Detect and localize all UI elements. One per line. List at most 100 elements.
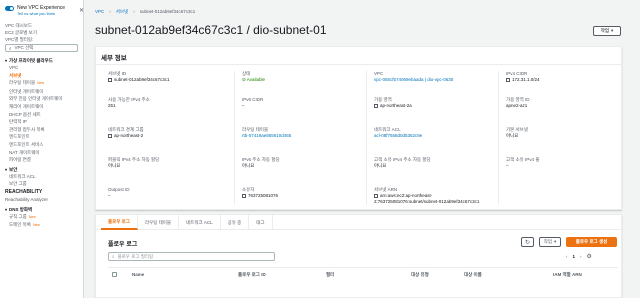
search-placeholder: 플로우 로그 필터링 <box>117 253 154 259</box>
detail-value: apne2-az1 <box>506 103 626 109</box>
sidebar-item-vpc-dashboard[interactable]: VPC 대시보드 <box>5 22 78 29</box>
detail-value-text: 아니요 <box>374 163 387 168</box>
main-content: VPC › 서브넷 › subnet-012ab9ef34c67c3c1 sub… <box>90 0 640 298</box>
column-flow-log-id[interactable]: 플로우 로그 ID <box>238 272 266 278</box>
sidebar-item-subnets[interactable]: 서브넷 <box>5 72 78 80</box>
detail-value: – <box>242 103 362 109</box>
chevron-right-icon: › <box>109 9 111 14</box>
tab-route-table[interactable]: 라우팅 테이블 <box>138 215 180 230</box>
caret-down-icon: ▾ <box>5 166 8 172</box>
tab-tags[interactable]: 태그 <box>249 215 273 230</box>
collapse-sidebar-icon[interactable]: ✕ <box>79 7 84 14</box>
tab-flow-logs[interactable]: 플로우 로그 <box>101 215 138 230</box>
detail-value-text: – <box>242 103 245 108</box>
sidebar-item-prefix-lists[interactable]: 관리형 접두사 목록 <box>5 126 78 134</box>
vpc-filter-select[interactable]: ⌕ VPC 선택 <box>5 44 78 52</box>
sidebar-item-elastic-ips[interactable]: 탄력적 IP <box>5 118 78 126</box>
new-vpc-experience-toggle[interactable] <box>5 6 14 11</box>
column-name[interactable]: Name <box>132 272 144 277</box>
section-vpc[interactable]: ▾ 가상 프라이빗 클라우드 <box>5 57 78 64</box>
sidebar-item-internet-gateways[interactable]: 인터넷 게이트웨이 <box>5 88 78 96</box>
flow-log-table-header: Name 플로우 로그 ID 필터 대상 유형 대상 이름 IAM 역할 ARN <box>108 267 618 281</box>
detail-value-text: 아니요 <box>108 163 121 168</box>
sidebar-item-carrier-gateways[interactable]: 캐리어 게이트웨이 <box>5 103 78 111</box>
section-dns-firewall[interactable]: ▾ DNS 방화벽 <box>5 206 78 213</box>
detail-field: VPC vpc-055cf574069ebaada | dio-vpc-0630 <box>374 71 494 83</box>
sidebar-item-rule-groups[interactable]: 규칙 그룹 New <box>5 213 78 222</box>
nve-feedback-link[interactable]: Tell us what you think <box>17 11 65 16</box>
breadcrumb-current: subnet-012ab9ef34c67c3c1 <box>139 9 196 14</box>
pagination: ‹ 1 › ⚙ <box>566 253 592 260</box>
copy-icon[interactable] <box>242 193 246 198</box>
detail-value-text: acl-08f7558d0d5352c9e <box>374 133 423 138</box>
refresh-button[interactable]: ↻ <box>521 237 534 247</box>
sidebar-item-reachability-analyzer[interactable]: Reachability Analyzer <box>5 196 78 204</box>
tab-sharing[interactable]: 공유 중 <box>221 215 250 230</box>
refresh-icon: ↻ <box>524 239 531 246</box>
sidebar-item-network-acls[interactable]: 네트워크 ACL <box>5 173 78 181</box>
new-badge: New <box>28 214 36 219</box>
detail-field: IPv6 주소 자동 할당 아니요 <box>242 157 362 169</box>
detail-field: 서브넷 ARN arn:aws:ec2:ap-northeast-2:763725… <box>374 187 494 205</box>
sidebar-item-route-tables[interactable]: 라우팅 테이블 New <box>5 79 78 88</box>
sidebar-item-peering[interactable]: 피어링 연결 <box>5 156 78 164</box>
detail-field: 네트워크 경계 그룹 ap-northeast-2 <box>108 127 228 139</box>
section-security[interactable]: ▾ 보안 <box>5 166 78 173</box>
detail-link[interactable]: vpc-055cf574069ebaada | dio-vpc-0630 <box>374 77 494 83</box>
tabs-panel: 플로우 로그 라우팅 테이블 네트워크 ACL 공유 중 태그 플로우 로그 ↻… <box>95 214 622 298</box>
tab-network-acl[interactable]: 네트워크 ACL <box>179 215 221 230</box>
copy-icon[interactable] <box>374 193 378 198</box>
detail-value: 아니요 <box>108 163 228 169</box>
copy-icon[interactable] <box>374 103 378 108</box>
detail-value-text: – <box>506 163 509 168</box>
copy-icon[interactable] <box>108 133 112 138</box>
create-flow-log-button[interactable]: 플로우 로그 생성 <box>566 237 617 247</box>
sidebar-item-domain-lists[interactable]: 도메인 목록 New <box>5 221 78 230</box>
flow-actions-button[interactable]: 작업 ▾ <box>539 237 561 247</box>
sidebar-item-endpoints[interactable]: 엔드포인트 <box>5 133 78 141</box>
column-destination-name[interactable]: 대상 이름 <box>464 272 482 278</box>
sidebar-item-security-groups[interactable]: 보안 그룹 <box>5 180 78 188</box>
detail-field: 소유자 763725081076 <box>242 187 362 199</box>
detail-field: 사용 가능한 IPv4 주소 251 <box>108 97 228 109</box>
section-vpc-label: 가상 프라이빗 클라우드 <box>9 58 53 63</box>
sidebar-item-ec2-global[interactable]: EC2 글로벌 보기 <box>5 29 78 36</box>
new-badge: New <box>32 223 40 228</box>
detail-value: ⊘ Available <box>242 77 362 83</box>
column-iam-role-arn[interactable]: IAM 역할 ARN <box>553 272 582 278</box>
column-destination-type[interactable]: 대상 유형 <box>411 272 429 278</box>
new-vpc-experience: New VPC Experience Tell us what you thin… <box>5 5 78 16</box>
prev-page-icon[interactable]: ‹ <box>566 254 568 259</box>
column-divider <box>498 71 499 205</box>
flow-log-search-input[interactable]: ⌕ 플로우 로그 필터링 <box>108 252 275 261</box>
sidebar-item-nat-gateways[interactable]: NAT 게이트웨이 <box>5 149 78 157</box>
detail-field: Outpost ID – <box>108 187 228 199</box>
sidebar-item-egress-only-igw[interactable]: 외부 전용 인터넷 게이트웨이 <box>5 95 78 103</box>
detail-field: 고객 소유 IPv4 풀 – <box>506 157 626 169</box>
flow-actions-label: 작업 <box>543 239 552 244</box>
sidebar-item-endpoint-services[interactable]: 엔드포인트 서비스 <box>5 141 78 149</box>
detail-field: 라우팅 테이블 rtb-07419ae855610d455 <box>242 127 362 139</box>
detail-field: 네트워크 ACL acl-08f7558d0d5352c9e <box>374 127 494 139</box>
breadcrumb-subnets[interactable]: 서브넷 <box>116 9 128 15</box>
copy-icon[interactable] <box>108 77 112 82</box>
column-filter[interactable]: 필터 <box>326 272 334 278</box>
detail-value-text: vpc-055cf574069ebaada | dio-vpc-0630 <box>374 77 454 82</box>
actions-button[interactable]: 작업 ▾ <box>593 26 621 36</box>
detail-value-text: subnet-012ab9ef34c67c3c1 <box>114 77 170 82</box>
detail-link[interactable]: rtb-07419ae855610d455 <box>242 133 362 139</box>
gear-icon[interactable]: ⚙ <box>587 253 592 260</box>
vpc-filter-placeholder: VPC 선택 <box>14 45 34 50</box>
flow-logs-title: 플로우 로그 <box>108 242 138 248</box>
detail-value: 아니요 <box>374 163 494 169</box>
select-all-checkbox[interactable] <box>112 272 117 277</box>
copy-icon[interactable] <box>506 77 510 82</box>
detail-value-text: ap-northeast-2a <box>380 103 412 108</box>
sidebar-item-dhcp-options[interactable]: DHCP 옵션 세트 <box>5 111 78 119</box>
sidebar-item-vpc[interactable]: VPC <box>5 64 78 72</box>
detail-value: ap-northeast-2 <box>108 133 228 139</box>
current-page[interactable]: 1 <box>573 254 576 259</box>
next-page-icon[interactable]: › <box>580 254 582 259</box>
breadcrumb-vpc[interactable]: VPC <box>95 9 104 15</box>
detail-link[interactable]: acl-08f7558d0d5352c9e <box>374 133 494 139</box>
